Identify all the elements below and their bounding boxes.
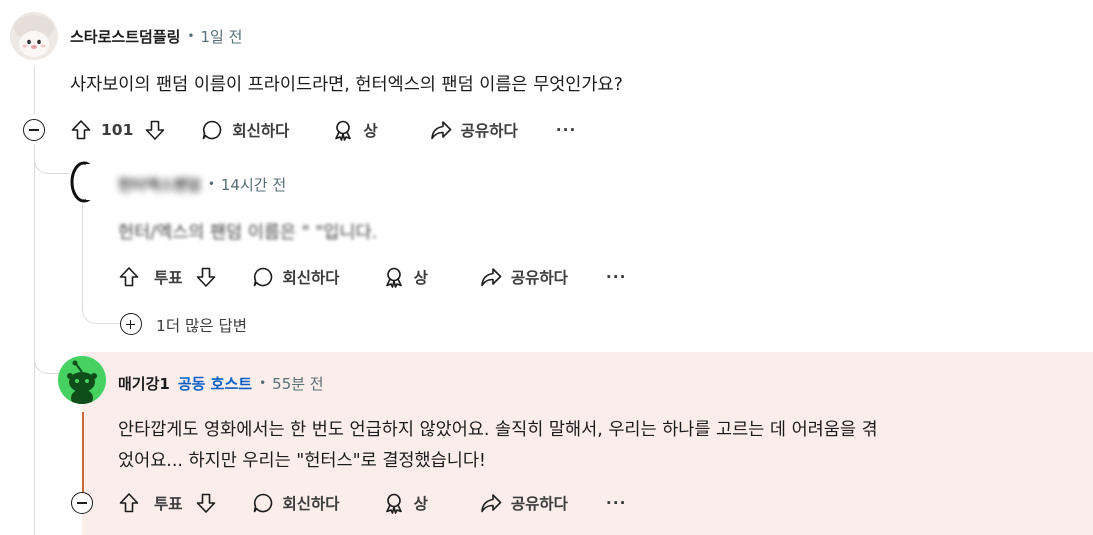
award-button[interactable]: 상 [383,492,428,514]
comment-icon [203,120,222,140]
thread-line-host [82,412,84,494]
thread-line-main [34,66,35,114]
comment-meta: 스타로스트덤플링 • 1일 전 [70,26,242,46]
share-label: 공유하다 [510,269,568,287]
upvote-icon [71,120,91,140]
thread-line-main-2 [34,144,35,535]
award-label: 상 [363,122,378,140]
vote-count: 101 [101,121,134,139]
downvote-icon [196,493,215,513]
upvote-icon [119,493,139,513]
upvote-button[interactable] [118,492,140,514]
avatar[interactable] [58,356,106,404]
more-options-button[interactable]: ··· [556,121,577,139]
collapse-thread-button[interactable] [23,119,45,141]
expand-replies-button[interactable] [120,313,142,335]
comment-meta: 헌터엑스팬덤 • 14시간 전 [118,174,286,194]
more-options-label: ··· [555,121,577,139]
comment-icon [253,267,272,287]
award-button[interactable]: 상 [332,119,378,141]
comment-actions: 투표 회신하다 상 공유하다 ··· [118,488,627,518]
upvote-button[interactable] [118,266,140,288]
more-options-label: ··· [605,268,627,286]
reply-label: 회신하다 [282,269,340,287]
reply-button[interactable]: 회신하다 [252,492,340,514]
comment-meta: 매기강1 공동 호스트 • 55분 전 [118,373,324,393]
reply-button[interactable]: 회신하다 [252,266,340,288]
comment-author[interactable]: 매기강1 [118,373,170,394]
award-label: 상 [413,495,428,513]
thread-curve-more [82,300,120,324]
downvote-icon [196,267,215,287]
share-icon [481,268,502,287]
comment-body-line2: 었어요... 하지만 우리는 "헌터스"로 결정했습니다! [118,451,486,471]
collapse-thread-button[interactable] [71,492,93,514]
comment-body: 사자보이의 팬덤 이름이 프라이드라면, 헌터엑스의 팬덤 이름은 무엇인가요? [70,75,623,95]
upvote-icon [119,267,139,287]
share-button[interactable]: 공유하다 [480,266,568,288]
reply-label: 회신하다 [282,495,340,513]
reply-button[interactable]: 회신하다 [201,119,289,141]
comment-body: 헌터/엑스의 팬덤 이름은 " "입니다. [118,223,378,243]
avatar-image [70,161,100,203]
comment-author[interactable]: 스타로스트덤플링 [70,26,180,47]
comment-icon [253,493,272,513]
comment-author[interactable]: 헌터엑스팬덤 [118,174,201,195]
vote-label: 투표 [154,269,183,287]
share-icon [481,494,502,513]
thread-curve-reply1 [34,150,72,174]
award-button[interactable]: 상 [383,266,428,288]
cohost-badge: 공동 호스트 [177,374,253,393]
downvote-button[interactable] [195,492,217,514]
more-replies-link[interactable]: 1더 많은 답변 [156,314,247,336]
downvote-icon [146,120,165,140]
thread-line-reply1 [82,200,83,309]
comment-time[interactable]: 55분 전 [272,373,323,394]
downvote-button[interactable] [144,119,166,141]
award-icon [385,493,402,514]
snoo-avatar-icon [58,356,106,404]
avatar[interactable] [68,160,100,204]
thread-curve-reply2 [34,350,60,374]
reply-label: 회신하다 [232,122,290,140]
comment-body-line1: 안타깝게도 영화에서는 한 번도 언급하지 않았어요. 솔직히 말해서, 우리는… [118,420,878,440]
upvote-button[interactable] [70,119,92,141]
separator-dot: • [259,376,267,390]
share-label: 공유하다 [510,495,568,513]
share-button[interactable]: 공유하다 [430,119,518,141]
avatar[interactable] [10,12,58,60]
comment-time[interactable]: 14시간 전 [221,174,286,195]
award-icon [335,120,352,141]
more-options-button[interactable]: ··· [606,268,627,286]
comment-time[interactable]: 1일 전 [200,26,242,47]
share-button[interactable]: 공유하다 [480,492,568,514]
comment-actions: 101 회신하다 상 공유하다 ··· [70,115,576,145]
avatar-image [10,12,58,60]
vote-label: 투표 [154,495,183,513]
award-label: 상 [413,269,428,287]
award-icon [385,267,402,288]
downvote-button[interactable] [195,266,217,288]
share-label: 공유하다 [460,122,518,140]
more-options-button[interactable]: ··· [606,494,627,512]
share-icon [430,121,451,140]
separator-dot: • [187,29,195,43]
separator-dot: • [207,177,215,191]
more-options-label: ··· [605,494,627,512]
comment-actions: 투표 회신하다 상 공유하다 ··· [118,262,627,292]
